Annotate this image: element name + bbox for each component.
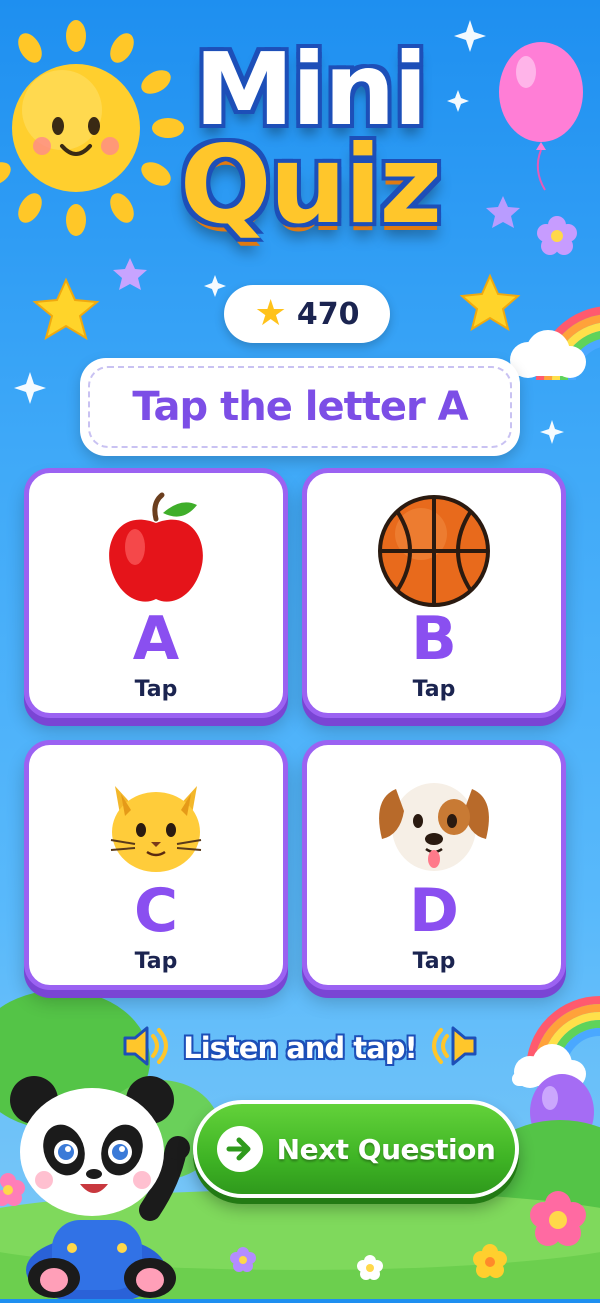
answer-card-d[interactable]: D Tap (302, 740, 566, 990)
score-pill: ★ 470 (224, 285, 390, 343)
card-letter: C (133, 876, 179, 946)
dog-icon (307, 763, 561, 883)
apple-icon (29, 491, 283, 611)
listen-text: Listen and tap! (183, 1031, 417, 1065)
cat-icon (29, 763, 283, 883)
card-tap-label: Tap (412, 677, 456, 702)
card-tap-label: Tap (134, 677, 178, 702)
score-value: 470 (296, 296, 360, 332)
next-question-label: Next Question (276, 1132, 496, 1166)
panda-mascot (0, 1070, 200, 1303)
star-icon: ★ (254, 293, 287, 334)
answer-card-b[interactable]: B Tap (302, 468, 566, 718)
arrow-right-icon (216, 1126, 263, 1172)
card-letter: B (411, 604, 457, 674)
next-question-button[interactable]: Next Question (193, 1100, 519, 1198)
card-tap-label: Tap (412, 949, 456, 974)
prompt-text: Tap the letter A (132, 384, 468, 430)
basketball-icon (307, 491, 561, 611)
card-letter: D (409, 876, 459, 946)
title-quiz: Quiz (179, 123, 443, 248)
speaker-icon[interactable] (121, 1024, 169, 1072)
question-prompt: Tap the letter A (80, 358, 520, 456)
card-letter: A (132, 604, 180, 674)
answer-card-a[interactable]: A Tap (24, 468, 288, 718)
speaker-icon[interactable] (431, 1024, 479, 1072)
card-tap-label: Tap (134, 949, 178, 974)
answer-card-c[interactable]: C Tap (24, 740, 288, 990)
game-title: Mini Quiz (150, 40, 470, 240)
listen-and-tap[interactable]: Listen and tap! (110, 1020, 490, 1076)
